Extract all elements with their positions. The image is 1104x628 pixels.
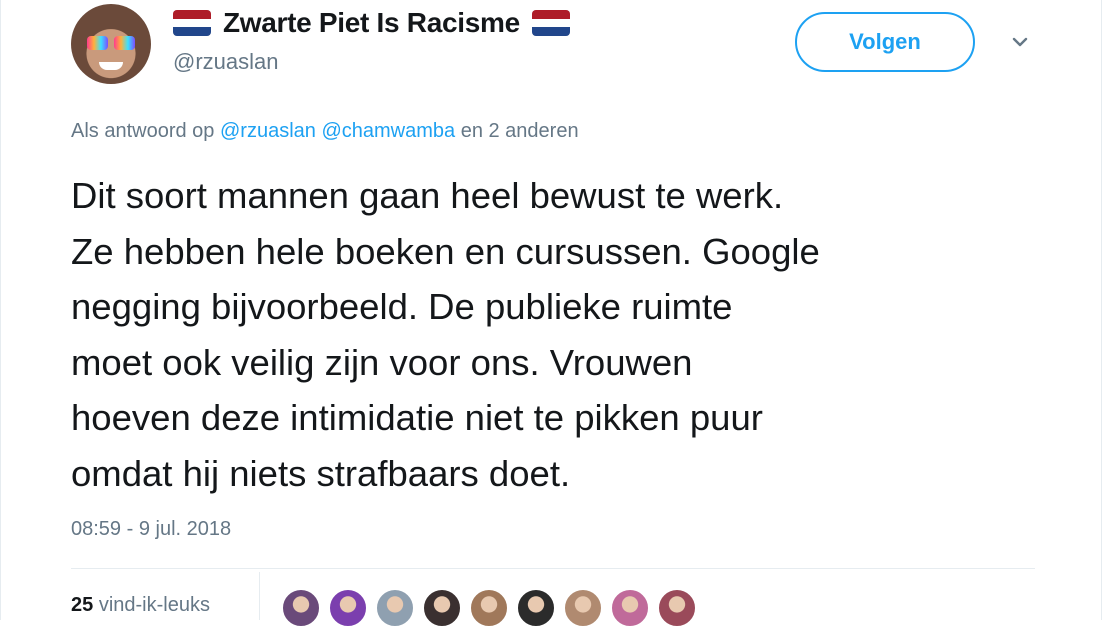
tweet-line: moet ook veilig zijn voor ons. Vrouwen <box>71 341 693 383</box>
divider <box>71 568 1035 569</box>
liker-avatar[interactable] <box>422 588 462 628</box>
netherlands-flag-icon <box>173 10 211 36</box>
reply-context: Als antwoord op @rzuaslan @chamwamba en … <box>71 120 579 143</box>
author-handle[interactable]: @rzuaslan <box>173 49 279 75</box>
sunglasses <box>87 36 135 50</box>
author-avatar[interactable] <box>71 4 151 84</box>
author-display-name[interactable]: Zwarte Piet Is Racisme <box>223 7 520 39</box>
divider <box>259 572 260 620</box>
liker-avatar[interactable] <box>563 588 603 628</box>
reply-suffix[interactable]: en 2 anderen <box>461 120 579 142</box>
mention-link[interactable]: @chamwamba <box>321 120 455 142</box>
follow-button[interactable]: Volgen <box>795 12 975 72</box>
reply-prefix: Als antwoord op <box>71 120 215 142</box>
liker-avatar[interactable] <box>610 588 650 628</box>
tweet-line: negging bijvoorbeeld. De publieke ruimte <box>71 286 733 327</box>
liker-avatar[interactable] <box>657 588 697 628</box>
tweet-card: Zwarte Piet Is Racisme @rzuaslan Volgen … <box>0 0 1102 628</box>
tweet-line: omdat hij niets strafbaars doet. <box>71 452 571 494</box>
liker-avatar[interactable] <box>469 588 509 628</box>
tweet-line: Ze hebben hele boeken en cursussen. Goog… <box>71 230 820 272</box>
likes-label: vind-ik-leuks <box>98 594 210 616</box>
liker-avatar[interactable] <box>281 588 321 628</box>
tweet-line: hoeven deze intimidatie niet te pikken p… <box>71 397 763 438</box>
netherlands-flag-icon <box>531 10 570 36</box>
likes-count[interactable]: 25 vind-ik-leuks <box>71 594 210 617</box>
likers-avatar-list <box>281 588 697 628</box>
tweet-text: Dit soort mannen gaan heel bewust te wer… <box>71 168 1071 501</box>
liker-avatar[interactable] <box>328 588 368 628</box>
author-name-row[interactable]: Zwarte Piet Is Racisme <box>173 6 570 40</box>
liker-avatar[interactable] <box>375 588 415 628</box>
likes-number: 25 <box>71 594 94 616</box>
chevron-down-icon[interactable] <box>1009 31 1031 53</box>
mention-link[interactable]: @rzuaslan <box>220 120 316 142</box>
tweet-timestamp[interactable]: 08:59 - 9 jul. 2018 <box>71 518 231 541</box>
liker-avatar[interactable] <box>516 588 556 628</box>
tweet-line: Dit soort mannen gaan heel bewust te wer… <box>71 175 784 216</box>
